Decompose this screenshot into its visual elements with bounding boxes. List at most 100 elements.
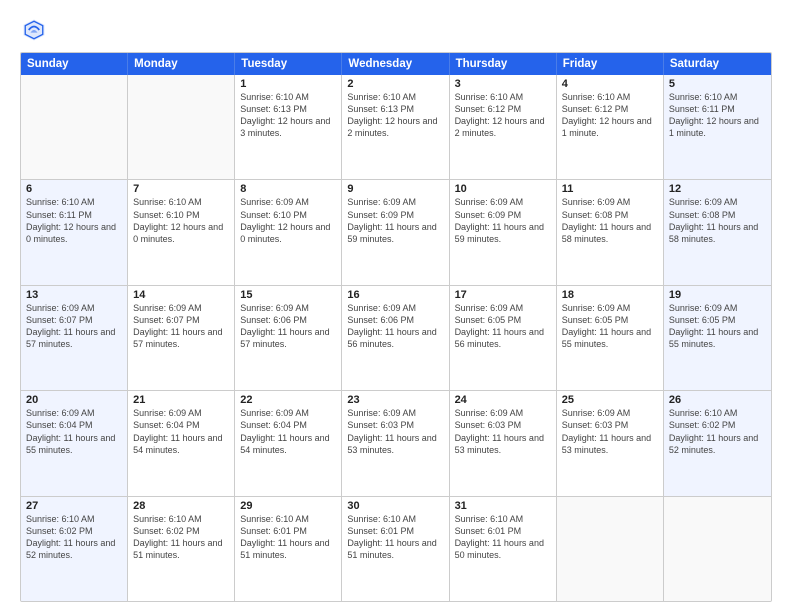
cell-detail: Sunrise: 6:09 AM Sunset: 6:04 PM Dayligh… <box>133 407 229 456</box>
cell-detail: Sunrise: 6:10 AM Sunset: 6:11 PM Dayligh… <box>26 196 122 245</box>
cell-detail: Sunrise: 6:10 AM Sunset: 6:01 PM Dayligh… <box>240 513 336 562</box>
day-number: 16 <box>347 289 443 301</box>
day-number: 30 <box>347 500 443 512</box>
calendar-row-1: 6Sunrise: 6:10 AM Sunset: 6:11 PM Daylig… <box>21 179 771 284</box>
calendar-cell-25: 25Sunrise: 6:09 AM Sunset: 6:03 PM Dayli… <box>557 391 664 495</box>
calendar-cell-15: 15Sunrise: 6:09 AM Sunset: 6:06 PM Dayli… <box>235 286 342 390</box>
day-number: 24 <box>455 394 551 406</box>
calendar-cell-16: 16Sunrise: 6:09 AM Sunset: 6:06 PM Dayli… <box>342 286 449 390</box>
day-number: 17 <box>455 289 551 301</box>
header-day-saturday: Saturday <box>664 53 771 75</box>
cell-detail: Sunrise: 6:10 AM Sunset: 6:13 PM Dayligh… <box>347 91 443 140</box>
day-number: 29 <box>240 500 336 512</box>
calendar-row-0: 1Sunrise: 6:10 AM Sunset: 6:13 PM Daylig… <box>21 75 771 179</box>
cell-detail: Sunrise: 6:09 AM Sunset: 6:07 PM Dayligh… <box>26 302 122 351</box>
calendar-cell-11: 11Sunrise: 6:09 AM Sunset: 6:08 PM Dayli… <box>557 180 664 284</box>
cell-detail: Sunrise: 6:10 AM Sunset: 6:13 PM Dayligh… <box>240 91 336 140</box>
calendar-row-4: 27Sunrise: 6:10 AM Sunset: 6:02 PM Dayli… <box>21 496 771 601</box>
calendar-header: SundayMondayTuesdayWednesdayThursdayFrid… <box>21 53 771 75</box>
calendar-cell-20: 20Sunrise: 6:09 AM Sunset: 6:04 PM Dayli… <box>21 391 128 495</box>
day-number: 25 <box>562 394 658 406</box>
day-number: 12 <box>669 183 766 195</box>
day-number: 26 <box>669 394 766 406</box>
calendar-cell-18: 18Sunrise: 6:09 AM Sunset: 6:05 PM Dayli… <box>557 286 664 390</box>
day-number: 9 <box>347 183 443 195</box>
cell-detail: Sunrise: 6:10 AM Sunset: 6:11 PM Dayligh… <box>669 91 766 140</box>
calendar-cell-29: 29Sunrise: 6:10 AM Sunset: 6:01 PM Dayli… <box>235 497 342 601</box>
cell-detail: Sunrise: 6:09 AM Sunset: 6:09 PM Dayligh… <box>455 196 551 245</box>
calendar-cell-5: 5Sunrise: 6:10 AM Sunset: 6:11 PM Daylig… <box>664 75 771 179</box>
cell-detail: Sunrise: 6:10 AM Sunset: 6:12 PM Dayligh… <box>562 91 658 140</box>
calendar-cell-3: 3Sunrise: 6:10 AM Sunset: 6:12 PM Daylig… <box>450 75 557 179</box>
day-number: 18 <box>562 289 658 301</box>
cell-detail: Sunrise: 6:09 AM Sunset: 6:06 PM Dayligh… <box>240 302 336 351</box>
header-day-friday: Friday <box>557 53 664 75</box>
day-number: 5 <box>669 78 766 90</box>
cell-detail: Sunrise: 6:10 AM Sunset: 6:02 PM Dayligh… <box>133 513 229 562</box>
calendar-cell-26: 26Sunrise: 6:10 AM Sunset: 6:02 PM Dayli… <box>664 391 771 495</box>
day-number: 28 <box>133 500 229 512</box>
cell-detail: Sunrise: 6:10 AM Sunset: 6:10 PM Dayligh… <box>133 196 229 245</box>
header-day-tuesday: Tuesday <box>235 53 342 75</box>
calendar-cell-8: 8Sunrise: 6:09 AM Sunset: 6:10 PM Daylig… <box>235 180 342 284</box>
cell-detail: Sunrise: 6:09 AM Sunset: 6:09 PM Dayligh… <box>347 196 443 245</box>
calendar-cell-27: 27Sunrise: 6:10 AM Sunset: 6:02 PM Dayli… <box>21 497 128 601</box>
day-number: 2 <box>347 78 443 90</box>
calendar-cell-12: 12Sunrise: 6:09 AM Sunset: 6:08 PM Dayli… <box>664 180 771 284</box>
calendar-cell-23: 23Sunrise: 6:09 AM Sunset: 6:03 PM Dayli… <box>342 391 449 495</box>
day-number: 8 <box>240 183 336 195</box>
calendar-cell-10: 10Sunrise: 6:09 AM Sunset: 6:09 PM Dayli… <box>450 180 557 284</box>
calendar-cell-empty <box>21 75 128 179</box>
calendar-cell-1: 1Sunrise: 6:10 AM Sunset: 6:13 PM Daylig… <box>235 75 342 179</box>
header-day-wednesday: Wednesday <box>342 53 449 75</box>
calendar-cell-2: 2Sunrise: 6:10 AM Sunset: 6:13 PM Daylig… <box>342 75 449 179</box>
calendar-cell-7: 7Sunrise: 6:10 AM Sunset: 6:10 PM Daylig… <box>128 180 235 284</box>
calendar-cell-30: 30Sunrise: 6:10 AM Sunset: 6:01 PM Dayli… <box>342 497 449 601</box>
cell-detail: Sunrise: 6:09 AM Sunset: 6:10 PM Dayligh… <box>240 196 336 245</box>
day-number: 10 <box>455 183 551 195</box>
calendar-cell-17: 17Sunrise: 6:09 AM Sunset: 6:05 PM Dayli… <box>450 286 557 390</box>
header-day-thursday: Thursday <box>450 53 557 75</box>
cell-detail: Sunrise: 6:09 AM Sunset: 6:07 PM Dayligh… <box>133 302 229 351</box>
day-number: 14 <box>133 289 229 301</box>
day-number: 4 <box>562 78 658 90</box>
day-number: 1 <box>240 78 336 90</box>
day-number: 27 <box>26 500 122 512</box>
calendar-cell-empty <box>128 75 235 179</box>
day-number: 3 <box>455 78 551 90</box>
logo <box>20 16 52 44</box>
cell-detail: Sunrise: 6:09 AM Sunset: 6:05 PM Dayligh… <box>669 302 766 351</box>
cell-detail: Sunrise: 6:10 AM Sunset: 6:02 PM Dayligh… <box>669 407 766 456</box>
day-number: 22 <box>240 394 336 406</box>
calendar-cell-4: 4Sunrise: 6:10 AM Sunset: 6:12 PM Daylig… <box>557 75 664 179</box>
calendar-cell-9: 9Sunrise: 6:09 AM Sunset: 6:09 PM Daylig… <box>342 180 449 284</box>
day-number: 15 <box>240 289 336 301</box>
calendar-cell-24: 24Sunrise: 6:09 AM Sunset: 6:03 PM Dayli… <box>450 391 557 495</box>
cell-detail: Sunrise: 6:09 AM Sunset: 6:03 PM Dayligh… <box>562 407 658 456</box>
cell-detail: Sunrise: 6:10 AM Sunset: 6:02 PM Dayligh… <box>26 513 122 562</box>
calendar: SundayMondayTuesdayWednesdayThursdayFrid… <box>20 52 772 602</box>
logo-icon <box>20 16 48 44</box>
day-number: 23 <box>347 394 443 406</box>
cell-detail: Sunrise: 6:09 AM Sunset: 6:05 PM Dayligh… <box>562 302 658 351</box>
cell-detail: Sunrise: 6:09 AM Sunset: 6:03 PM Dayligh… <box>455 407 551 456</box>
day-number: 19 <box>669 289 766 301</box>
calendar-body: 1Sunrise: 6:10 AM Sunset: 6:13 PM Daylig… <box>21 75 771 601</box>
calendar-row-2: 13Sunrise: 6:09 AM Sunset: 6:07 PM Dayli… <box>21 285 771 390</box>
day-number: 20 <box>26 394 122 406</box>
header-day-sunday: Sunday <box>21 53 128 75</box>
calendar-row-3: 20Sunrise: 6:09 AM Sunset: 6:04 PM Dayli… <box>21 390 771 495</box>
day-number: 13 <box>26 289 122 301</box>
page: SundayMondayTuesdayWednesdayThursdayFrid… <box>0 0 792 612</box>
cell-detail: Sunrise: 6:09 AM Sunset: 6:04 PM Dayligh… <box>26 407 122 456</box>
calendar-cell-22: 22Sunrise: 6:09 AM Sunset: 6:04 PM Dayli… <box>235 391 342 495</box>
calendar-cell-6: 6Sunrise: 6:10 AM Sunset: 6:11 PM Daylig… <box>21 180 128 284</box>
calendar-cell-31: 31Sunrise: 6:10 AM Sunset: 6:01 PM Dayli… <box>450 497 557 601</box>
cell-detail: Sunrise: 6:09 AM Sunset: 6:06 PM Dayligh… <box>347 302 443 351</box>
day-number: 6 <box>26 183 122 195</box>
calendar-cell-empty <box>557 497 664 601</box>
cell-detail: Sunrise: 6:09 AM Sunset: 6:03 PM Dayligh… <box>347 407 443 456</box>
calendar-cell-empty <box>664 497 771 601</box>
calendar-cell-28: 28Sunrise: 6:10 AM Sunset: 6:02 PM Dayli… <box>128 497 235 601</box>
cell-detail: Sunrise: 6:09 AM Sunset: 6:05 PM Dayligh… <box>455 302 551 351</box>
